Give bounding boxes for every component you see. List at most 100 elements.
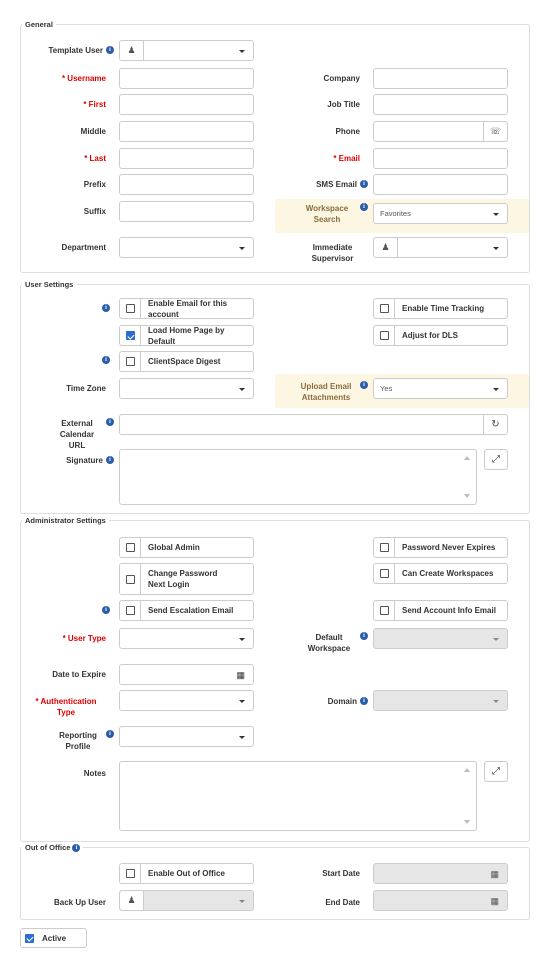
scroll-down-icon[interactable] xyxy=(464,820,470,824)
enable-time-tracking-checkbox[interactable]: Enable Time Tracking xyxy=(373,298,508,319)
checkbox-icon xyxy=(125,606,135,615)
end-date-label: End Date xyxy=(325,897,360,907)
signature-label: Signature i xyxy=(20,454,114,466)
back-up-user-select[interactable]: ♟ xyxy=(119,890,254,911)
chevron-down-icon xyxy=(239,388,245,391)
username-label: * Username xyxy=(61,73,106,83)
time-zone-label: Time Zone xyxy=(66,383,106,393)
info-icon[interactable]: i xyxy=(106,418,114,426)
suffix-label: Suffix xyxy=(83,206,106,216)
suffix-input[interactable] xyxy=(119,201,254,222)
upload-email-attachments-label: Upload Email Attachments i xyxy=(285,381,368,405)
start-date-input[interactable]: ▦ xyxy=(373,863,508,884)
refresh-icon[interactable]: ↻ xyxy=(483,415,507,434)
checkbox-icon xyxy=(125,304,135,313)
global-admin-checkbox[interactable]: Global Admin xyxy=(119,537,254,558)
scroll-up-icon[interactable] xyxy=(464,456,470,460)
info-icon[interactable]: i xyxy=(360,180,368,188)
calendar-icon[interactable]: ▦ xyxy=(490,896,499,907)
enable-email-checkbox[interactable]: Enable Email for this account xyxy=(119,298,254,319)
job-title-input[interactable] xyxy=(373,94,508,115)
upload-email-attachments-select[interactable]: Yes xyxy=(373,378,508,399)
user-settings-legend: User Settings xyxy=(22,280,77,289)
external-calendar-url-label: External Calendar URL i xyxy=(40,418,114,450)
info-icon[interactable]: i xyxy=(360,203,368,211)
phone-input[interactable]: ☏ xyxy=(373,121,508,142)
date-to-expire-label: Date to Expire xyxy=(52,669,106,679)
chevron-down-icon xyxy=(239,50,245,53)
expand-icon[interactable]: ⤢ xyxy=(484,761,508,782)
checkbox-icon xyxy=(379,304,389,313)
phone-icon: ☏ xyxy=(483,122,507,141)
user-type-select[interactable] xyxy=(119,628,254,649)
can-create-workspaces-checkbox[interactable]: Can Create Workspaces xyxy=(373,563,508,584)
info-icon[interactable]: i xyxy=(106,46,114,54)
user-type-label: * User Type xyxy=(62,633,106,643)
prefix-input[interactable] xyxy=(119,174,254,195)
notes-textarea[interactable] xyxy=(119,761,477,831)
template-user-select[interactable]: ♟ xyxy=(119,40,254,61)
chevron-down-icon xyxy=(239,247,245,250)
chevron-down-icon xyxy=(239,638,245,641)
info-icon[interactable]: i xyxy=(360,632,368,640)
reporting-profile-label: Reporting Profile i xyxy=(40,730,114,754)
calendar-icon[interactable]: ▦ xyxy=(490,869,499,880)
active-checkbox[interactable]: Active xyxy=(20,928,87,948)
checkbox-icon xyxy=(379,331,389,340)
info-icon[interactable]: i xyxy=(102,356,110,364)
sms-email-input[interactable] xyxy=(373,174,508,195)
info-icon[interactable]: i xyxy=(360,697,368,705)
password-never-expires-checkbox[interactable]: Password Never Expires xyxy=(373,537,508,558)
adjust-dls-checkbox[interactable]: Adjust for DLS xyxy=(373,325,508,346)
info-icon[interactable]: i xyxy=(106,456,114,464)
prefix-label: Prefix xyxy=(83,179,106,189)
clientspace-digest-checkbox[interactable]: ClientSpace Digest xyxy=(119,351,254,372)
checkbox-icon xyxy=(125,543,135,552)
first-label: * First xyxy=(83,99,106,109)
time-zone-select[interactable] xyxy=(119,378,254,399)
notes-label: Notes xyxy=(83,768,106,778)
send-account-info-email-checkbox[interactable]: Send Account Info Email xyxy=(373,600,508,621)
template-user-label: Template User i xyxy=(20,43,114,57)
date-to-expire-input[interactable]: ▦ xyxy=(119,664,254,685)
default-workspace-select[interactable] xyxy=(373,628,508,649)
info-icon[interactable]: i xyxy=(102,304,110,312)
immediate-supervisor-select[interactable]: ♟ xyxy=(373,237,508,258)
last-name-input[interactable] xyxy=(119,148,254,169)
chevron-down-icon xyxy=(493,700,499,703)
authentication-type-label: * Authentication Type xyxy=(35,697,97,717)
scroll-down-icon[interactable] xyxy=(464,494,470,498)
info-icon[interactable]: i xyxy=(102,606,110,614)
default-workspace-label: Default Workspace i xyxy=(280,632,368,656)
send-escalation-email-checkbox[interactable]: Send Escalation Email xyxy=(119,600,254,621)
chevron-down-icon xyxy=(493,638,499,641)
change-password-checkbox[interactable]: Change Password Next Login xyxy=(119,563,254,595)
immediate-supervisor-label: Immediate Supervisor xyxy=(311,243,354,263)
expand-icon[interactable]: ⤢ xyxy=(484,449,508,470)
calendar-icon[interactable]: ▦ xyxy=(236,670,245,681)
external-calendar-url-input[interactable]: ↻ xyxy=(119,414,508,435)
domain-select[interactable] xyxy=(373,690,508,711)
load-home-page-checkbox[interactable]: Load Home Page by Default xyxy=(119,325,254,346)
username-input[interactable] xyxy=(119,68,254,89)
department-select[interactable] xyxy=(119,237,254,258)
workspace-search-select[interactable]: Favorites xyxy=(373,203,508,224)
authentication-type-select[interactable] xyxy=(119,690,254,711)
scroll-up-icon[interactable] xyxy=(464,768,470,772)
info-icon[interactable]: i xyxy=(106,730,114,738)
email-input[interactable] xyxy=(373,148,508,169)
person-icon: ♟ xyxy=(120,41,144,60)
checkbox-icon xyxy=(125,574,135,584)
chevron-down-icon xyxy=(239,700,245,703)
reporting-profile-select[interactable] xyxy=(119,726,254,747)
checkbox-icon xyxy=(379,606,389,615)
first-name-input[interactable] xyxy=(119,94,254,115)
checkbox-icon xyxy=(125,357,135,366)
enable-out-of-office-checkbox[interactable]: Enable Out of Office xyxy=(119,863,254,884)
info-icon[interactable]: i xyxy=(72,843,81,852)
info-icon[interactable]: i xyxy=(360,381,368,389)
signature-textarea[interactable] xyxy=(119,449,477,505)
middle-name-input[interactable] xyxy=(119,121,254,142)
end-date-input[interactable]: ▦ xyxy=(373,890,508,911)
company-input[interactable] xyxy=(373,68,508,89)
